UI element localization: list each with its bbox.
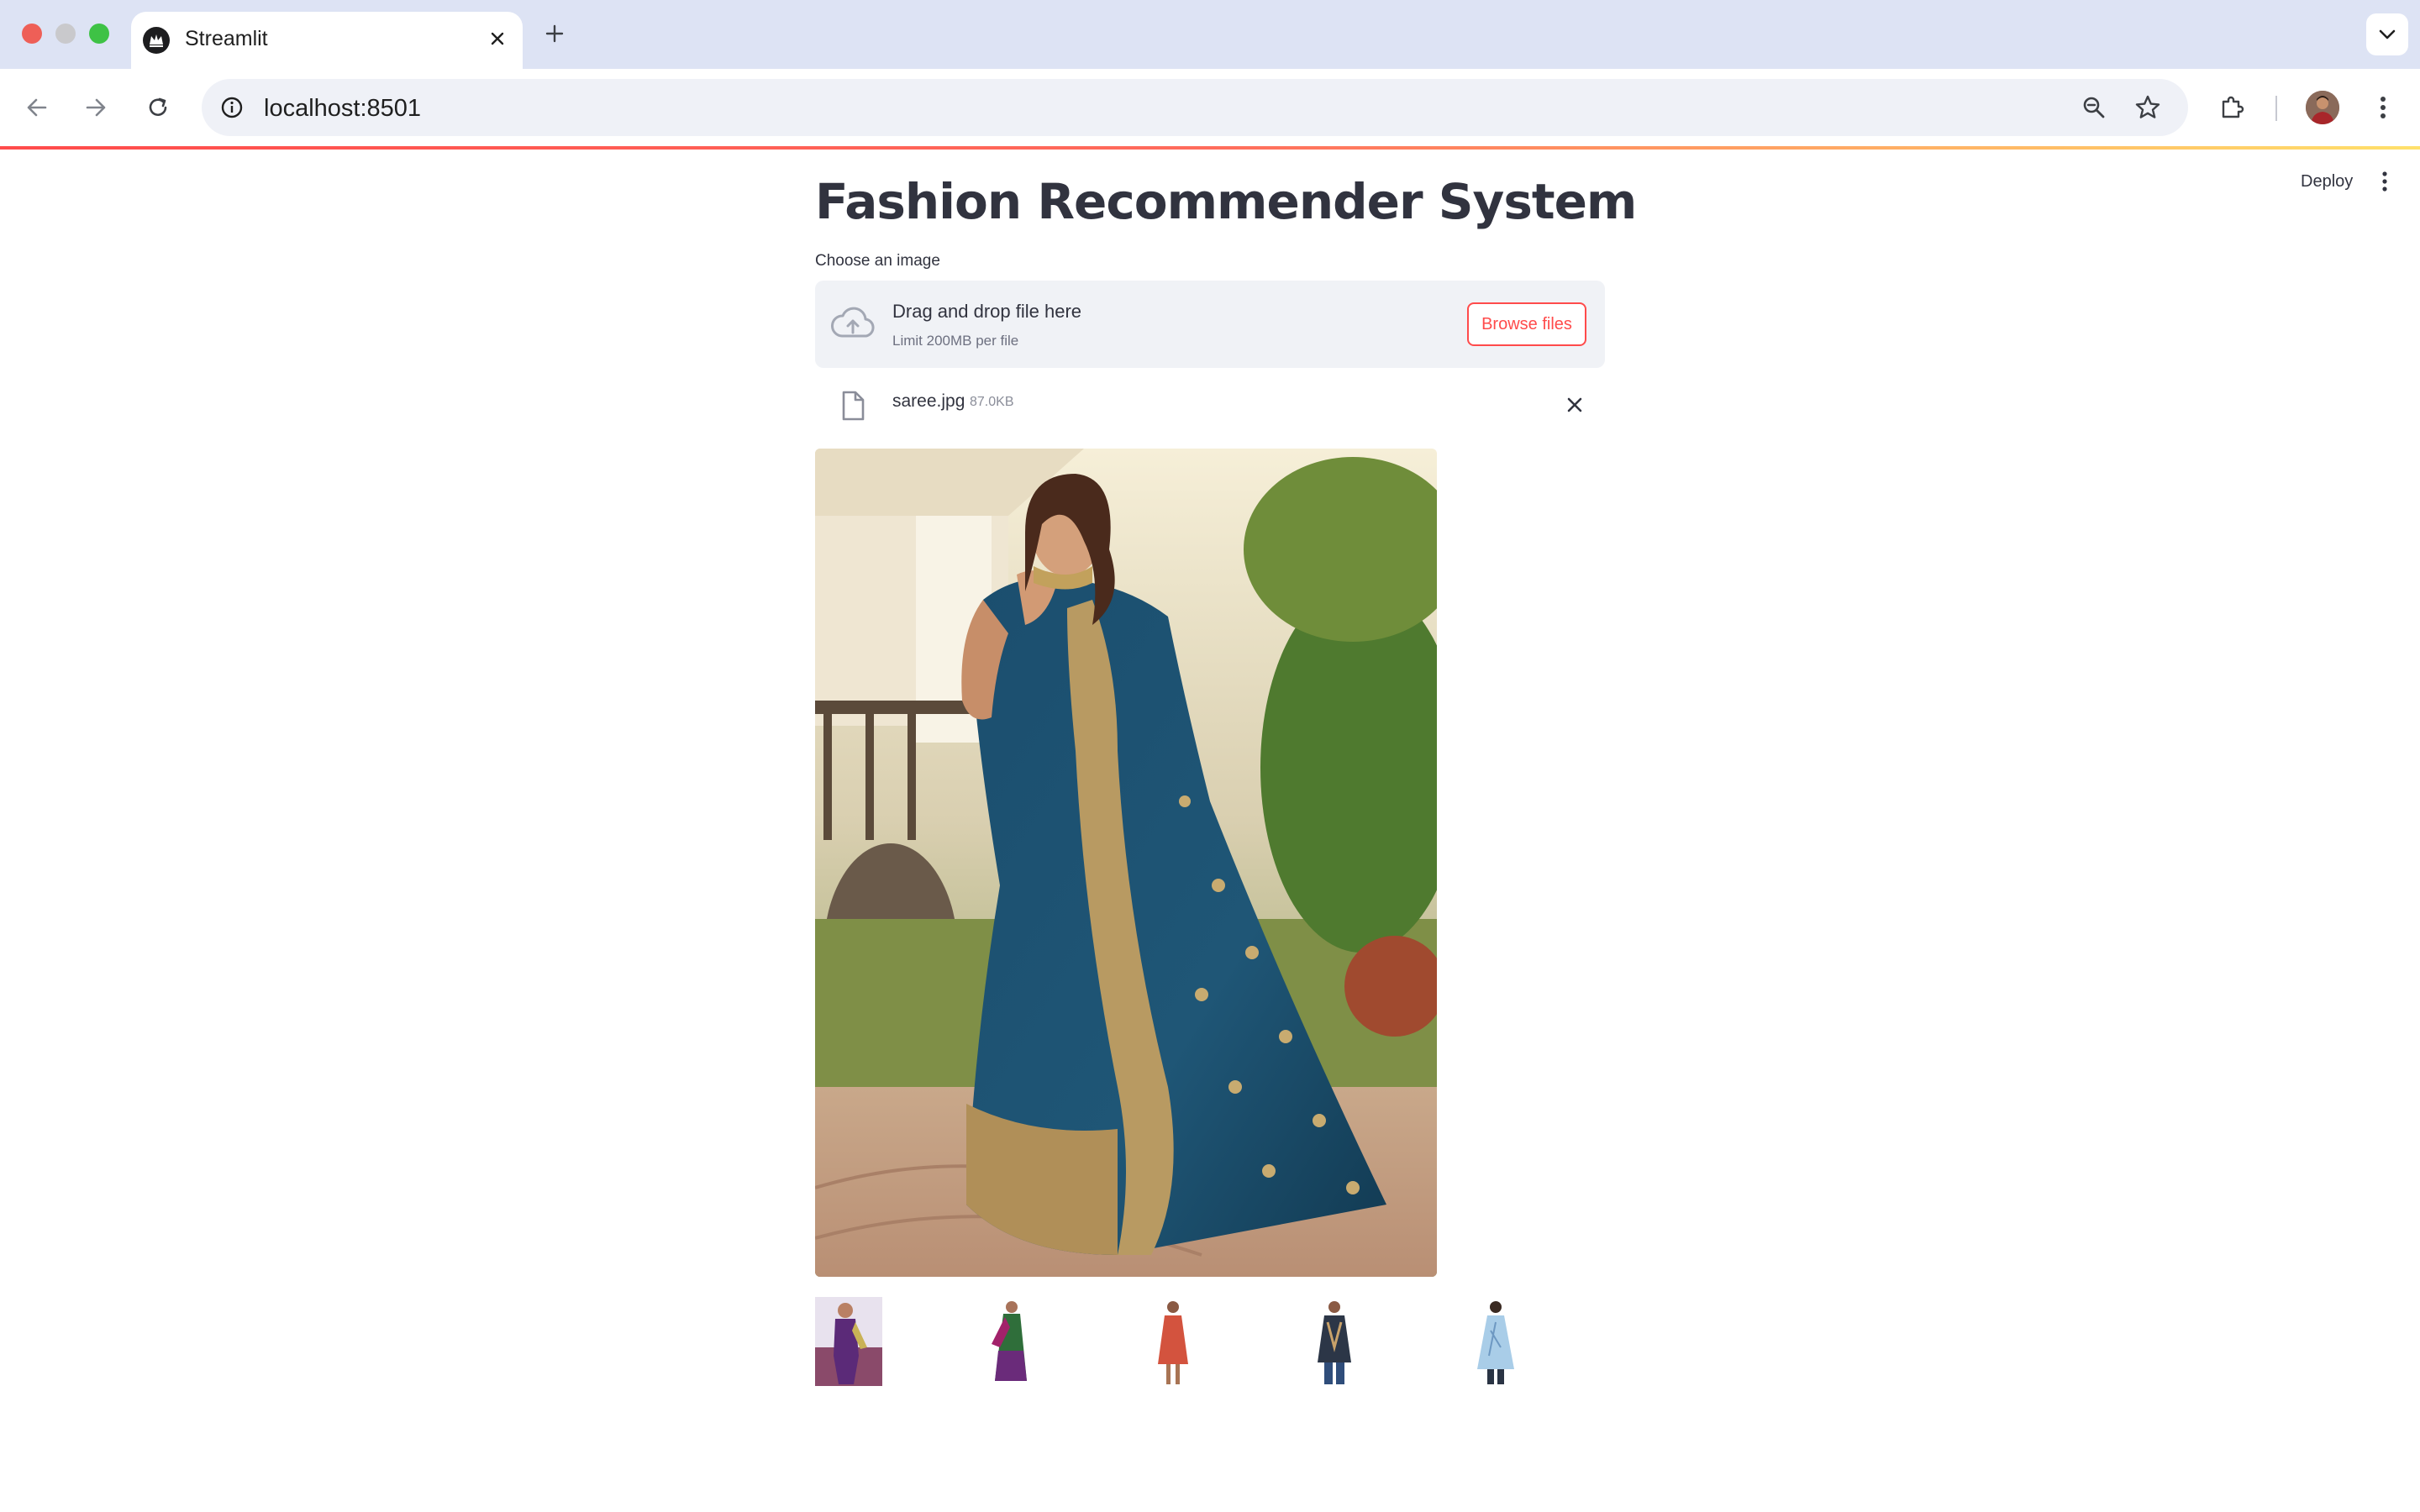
app-main-menu-kebab-icon[interactable] xyxy=(2370,166,2400,197)
dropzone-limit: Limit 200MB per file xyxy=(892,333,1019,349)
dropzone-instructions: Drag and drop file here xyxy=(892,301,1082,322)
minimize-window-button[interactable] xyxy=(55,24,76,44)
back-arrow-icon[interactable] xyxy=(18,89,55,126)
browse-files-button[interactable]: Browse files xyxy=(1467,302,1586,346)
site-info-icon[interactable] xyxy=(213,89,250,126)
close-window-button[interactable] xyxy=(22,24,42,44)
browser-tabstrip: Streamlit xyxy=(0,0,2420,69)
bookmark-star-icon[interactable] xyxy=(2129,89,2166,126)
forward-arrow-icon[interactable] xyxy=(77,89,114,126)
tab-search-chevron-down-icon[interactable] xyxy=(2366,13,2408,55)
browser-menu-kebab-icon[interactable] xyxy=(2365,89,2402,126)
uploader-label: Choose an image xyxy=(815,252,940,270)
page-title: Fashion Recommender System xyxy=(815,173,1637,230)
uploaded-image xyxy=(815,449,1437,1277)
recommendation-image xyxy=(1470,1297,1521,1386)
recommendation-image xyxy=(1148,1297,1198,1386)
recommendation-image xyxy=(980,1297,1039,1386)
streamlit-header-decoration xyxy=(0,146,2420,150)
cloud-upload-icon xyxy=(830,304,876,344)
address-bar[interactable]: localhost:8501 xyxy=(202,79,2188,136)
new-tab-plus-icon[interactable] xyxy=(538,17,571,50)
zoom-out-icon[interactable] xyxy=(2075,89,2112,126)
deploy-button[interactable]: Deploy xyxy=(2294,168,2360,195)
file-icon xyxy=(839,390,867,422)
recommendations-row xyxy=(815,1297,1605,1389)
uploaded-file-row: saree.jpg 87.0KB xyxy=(815,381,1605,428)
profile-avatar[interactable] xyxy=(2306,91,2339,124)
url-text[interactable]: localhost:8501 xyxy=(264,95,421,123)
remove-file-close-icon[interactable] xyxy=(1561,391,1588,418)
tab-title: Streamlit xyxy=(185,27,268,50)
reload-icon[interactable] xyxy=(139,89,176,126)
uploaded-file-name: saree.jpg xyxy=(892,391,965,411)
streamlit-favicon-icon xyxy=(143,27,170,54)
toolbar-divider xyxy=(2275,96,2277,121)
extensions-puzzle-icon[interactable] xyxy=(2213,89,2250,126)
file-dropzone[interactable]: Drag and drop file here Limit 200MB per … xyxy=(815,281,1605,368)
uploaded-file-size: 87.0KB xyxy=(970,395,1014,409)
recommendation-image xyxy=(815,1297,882,1386)
browser-toolbar: localhost:8501 xyxy=(0,69,2420,146)
maximize-window-button[interactable] xyxy=(89,24,109,44)
tab-close-icon[interactable] xyxy=(482,24,513,54)
browser-tab-streamlit[interactable]: Streamlit xyxy=(131,12,523,69)
recommendation-image xyxy=(1309,1297,1360,1386)
